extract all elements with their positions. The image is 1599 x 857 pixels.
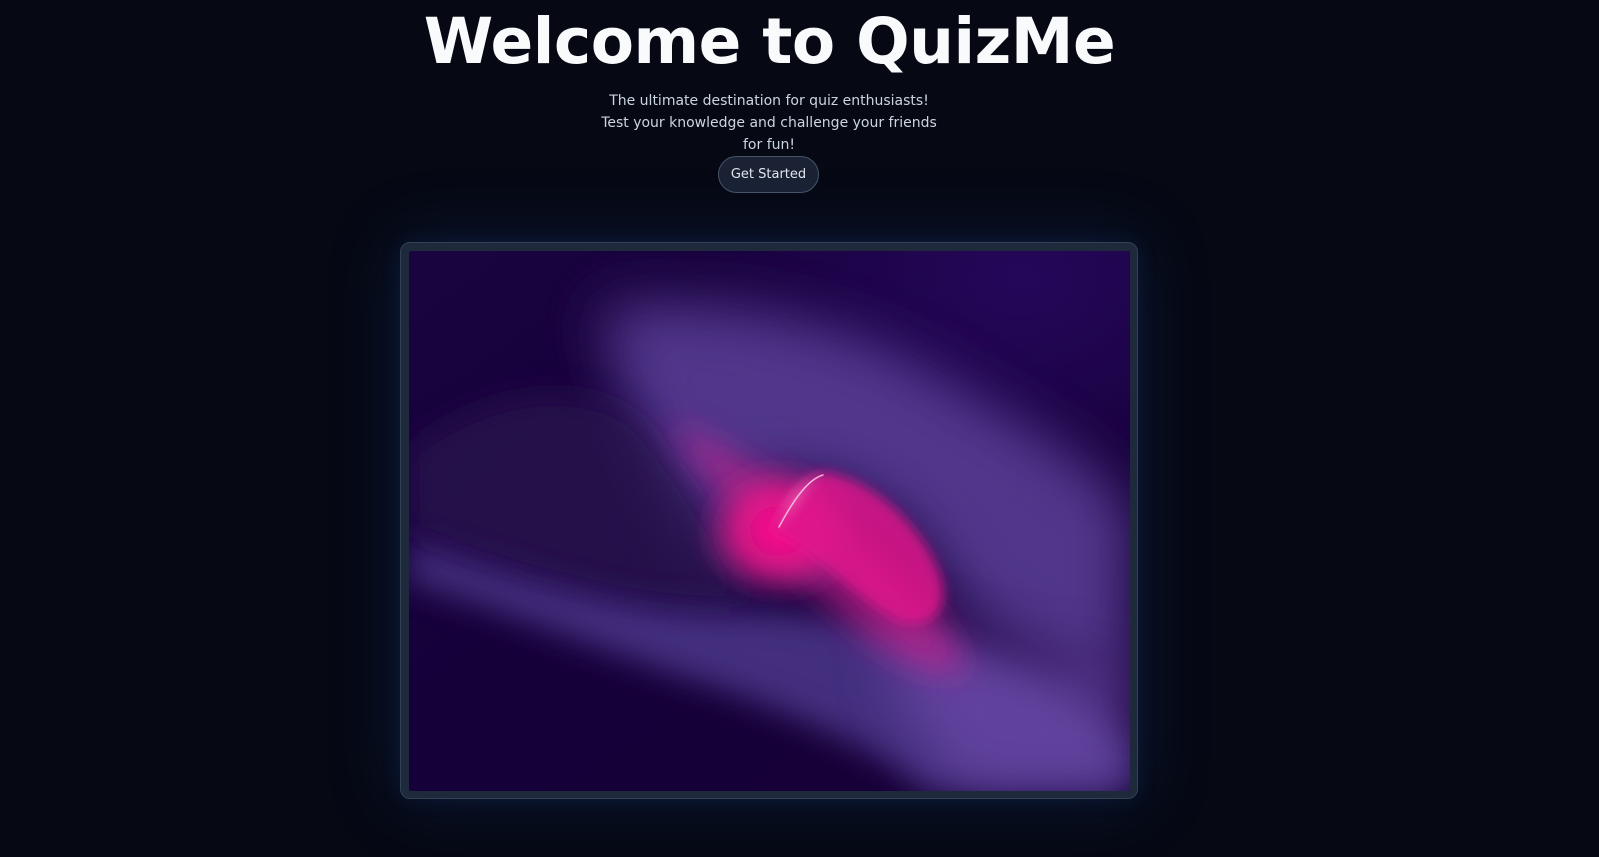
hero-subtitle: The ultimate destination for quiz enthus…: [601, 93, 937, 153]
hero-title: Welcome to QuizMe: [423, 5, 1116, 78]
hero-preview-image: [409, 251, 1130, 791]
landing-page: Welcome to QuizMe The ultimate destinati…: [0, 0, 1599, 857]
hero-preview-frame: [400, 242, 1138, 799]
get-started-button[interactable]: Get Started: [718, 156, 819, 193]
